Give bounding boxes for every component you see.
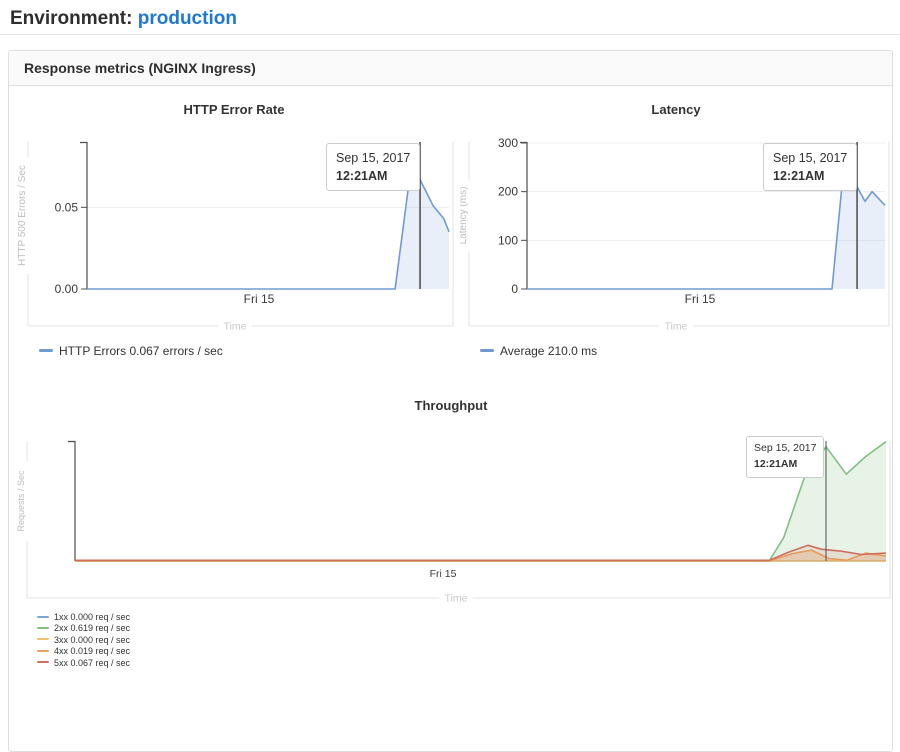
- legend-item: 5xx 0.067 req / sec: [37, 658, 130, 669]
- svg-text:100: 100: [498, 233, 518, 247]
- throughput-plot[interactable]: Requests / Sec Time Fri 15 Throughput: [9, 390, 894, 605]
- panel-body: HTTP 500 Errors / Sec Time 0.00 0.05 Fri 15 H…: [9, 86, 892, 706]
- legend-swatch: [37, 638, 49, 640]
- svg-text:HTTP 500 Errors / Sec: HTTP 500 Errors / Sec: [17, 165, 28, 266]
- http-error-rate-legend: HTTP Errors 0.067 errors / sec: [39, 343, 223, 359]
- legend-swatch: [37, 650, 49, 652]
- svg-text:300: 300: [498, 136, 518, 150]
- throughput-legend: 1xx 0.000 req / sec2xx 0.619 req / sec 3x…: [37, 612, 130, 669]
- legend-item: HTTP Errors 0.067 errors / sec: [39, 343, 223, 359]
- chart-tooltip: Sep 15, 2017 12:21AM: [746, 436, 824, 478]
- latency-legend: Average 210.0 ms: [480, 343, 597, 359]
- legend-label: 5xx 0.067 req / sec: [54, 658, 130, 668]
- latency-plot[interactable]: Latency (ms) Time 0 100 200 300 Fri 15 Latency: [460, 90, 893, 335]
- svg-text:Latency (ms): Latency (ms): [460, 187, 469, 245]
- tooltip-time: 12:21AM: [773, 167, 847, 185]
- svg-text:Time: Time: [224, 321, 247, 333]
- legend-swatch: [39, 349, 53, 352]
- svg-text:200: 200: [498, 185, 518, 199]
- legend-label: 1xx 0.000 req / sec: [54, 612, 130, 622]
- legend-item: 4xx 0.019 req / sec: [37, 646, 130, 657]
- legend-item: 1xx 0.000 req / sec: [37, 612, 130, 623]
- response-metrics-panel: Response metrics (NGINX Ingress) HTTP 50…: [8, 50, 893, 752]
- legend-swatch: [37, 627, 49, 629]
- svg-text:Throughput: Throughput: [415, 398, 489, 413]
- legend-item: 3xx 0.000 req / sec: [37, 635, 130, 646]
- legend-item: 2xx 0.619 req / sec: [37, 623, 130, 634]
- panel-title: Response metrics (NGINX Ingress): [9, 51, 892, 86]
- latency-chart[interactable]: Latency (ms) Time 0 100 200 300 Fri 15Latency …: [460, 90, 893, 335]
- legend-label: 4xx 0.019 req / sec: [54, 646, 130, 656]
- svg-text:0.00: 0.00: [55, 282, 79, 296]
- chart-tooltip: Sep 15, 2017 12:21AM: [763, 143, 857, 191]
- environment-link[interactable]: production: [138, 8, 237, 29]
- tooltip-time: 12:21AM: [336, 167, 410, 185]
- chart-tooltip: Sep 15, 2017 12:21AM: [326, 143, 420, 191]
- svg-text:Time: Time: [445, 593, 468, 605]
- svg-text:0.05: 0.05: [55, 200, 79, 214]
- http-error-rate-plot[interactable]: HTTP 500 Errors / Sec Time 0.00 0.05 Fri 15 H…: [9, 90, 459, 335]
- legend-swatch: [37, 616, 49, 618]
- svg-text:Time: Time: [665, 321, 688, 333]
- legend-label: 3xx 0.000 req / sec: [54, 635, 130, 645]
- tooltip-date: Sep 15, 2017: [773, 149, 847, 167]
- svg-text:Latency: Latency: [651, 102, 701, 117]
- svg-text:Fri 15: Fri 15: [685, 292, 716, 306]
- legend-swatch: [37, 661, 49, 663]
- svg-text:0: 0: [511, 282, 518, 296]
- environment-label: Environment:: [10, 8, 132, 29]
- svg-text:Fri 15: Fri 15: [244, 292, 275, 306]
- page-title: Environment: production: [10, 6, 890, 32]
- http-error-rate-chart[interactable]: HTTP 500 Errors / Sec Time 0.00 0.05 Fri 15 H…: [9, 90, 459, 335]
- legend-swatch: [480, 349, 494, 352]
- tooltip-time: 12:21AM: [754, 457, 816, 473]
- svg-text:Fri 15: Fri 15: [430, 568, 457, 580]
- legend-label: 2xx 0.619 req / sec: [54, 623, 130, 633]
- throughput-chart[interactable]: Requests / Sec Time Fri 15 Throughput Sep 1…: [9, 390, 894, 605]
- tooltip-date: Sep 15, 2017: [336, 149, 410, 167]
- svg-text:HTTP Error Rate: HTTP Error Rate: [184, 102, 285, 117]
- tooltip-date: Sep 15, 2017: [754, 441, 816, 457]
- legend-item: Average 210.0 ms: [480, 343, 597, 359]
- environment-header: Environment: production: [0, 0, 900, 35]
- legend-label: Average 210.0 ms: [500, 344, 597, 358]
- legend-label: HTTP Errors 0.067 errors / sec: [59, 344, 223, 358]
- svg-text:Requests / Sec: Requests / Sec: [16, 470, 26, 532]
